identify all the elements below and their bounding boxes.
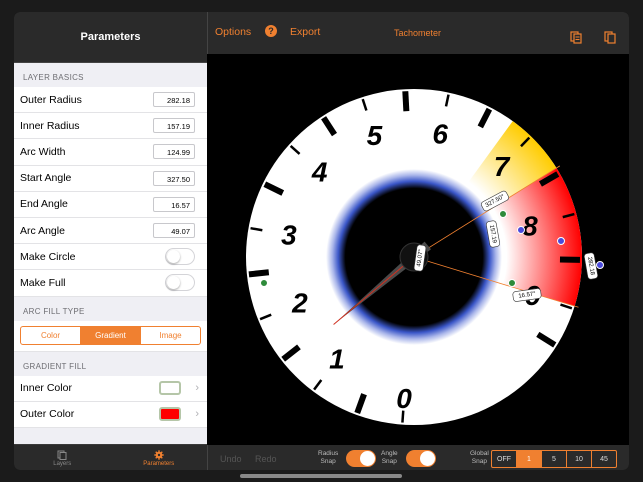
copy-icon[interactable] (570, 31, 582, 44)
gauge-number-1: 1 (329, 344, 345, 375)
arc-center-handle[interactable] (557, 237, 565, 245)
outer-color-label: Outer Color (20, 408, 75, 421)
outer-color-row[interactable]: Outer Color › (14, 401, 207, 428)
global-snap-off[interactable]: OFF (492, 451, 516, 467)
duplicate-icon[interactable] (604, 31, 616, 44)
undo-button[interactable]: Undo (220, 454, 242, 464)
angle-snap-toggle[interactable] (406, 450, 436, 467)
inner-radius-handle[interactable] (517, 226, 525, 234)
start-angle-row: Start Angle 327.50 (14, 165, 207, 192)
global-snap-10[interactable]: 10 (566, 451, 591, 467)
end-angle-label: End Angle (20, 198, 68, 211)
make-full-toggle[interactable] (165, 274, 195, 292)
global-snap-control: OFF 1 5 10 45 (491, 450, 617, 468)
design-canvas[interactable]: 0123456789 327.50° 16.57° 157.19 (207, 54, 629, 445)
label-outer-radius: 282.18 (583, 252, 599, 280)
end-angle-handle[interactable] (508, 279, 516, 287)
export-button[interactable]: Export (290, 26, 320, 38)
arc-angle-row: Arc Angle 49.07 (14, 217, 207, 245)
radius-snap-toggle[interactable] (346, 450, 376, 467)
tab-parameters-label: Parameters (143, 460, 175, 467)
section-title-layer-basics: LAYER BASICS (23, 73, 84, 82)
top-toolbar: Options ? Export Tachometer (207, 12, 629, 54)
angle-snap-label: Angle Snap (381, 450, 398, 465)
start-angle-label: Start Angle (20, 172, 72, 185)
gauge-number-5: 5 (367, 120, 383, 151)
tab-parameters[interactable]: Parameters (111, 445, 208, 470)
make-full-row: Make Full (14, 270, 207, 297)
gauge-number-3: 3 (281, 219, 297, 250)
outer-radius-row: Outer Radius 282.18 (14, 87, 207, 114)
section-title-gradient-fill: GRADIENT FILL (23, 361, 87, 371)
arc-fill-segmented-control: Color Gradient Image (20, 326, 201, 345)
inner-color-row[interactable]: Inner Color › (14, 375, 207, 402)
major-tick (402, 91, 410, 112)
start-angle-handle[interactable] (499, 210, 507, 218)
chevron-right-icon: › (195, 408, 199, 421)
arc-width-row: Arc Width 124.99 (14, 139, 207, 166)
global-snap-5[interactable]: 5 (541, 451, 566, 467)
global-snap-1[interactable]: 1 (516, 451, 541, 467)
help-icon[interactable]: ? (265, 25, 277, 37)
make-circle-label: Make Circle (20, 250, 76, 263)
parameters-header: Parameters (14, 12, 207, 63)
tab-layers-label: Layers (53, 460, 72, 467)
tab-layers[interactable]: Layers (14, 445, 111, 470)
outer-radius-field[interactable]: 282.18 (153, 92, 195, 108)
major-tick (248, 269, 270, 278)
gauge-number-7: 7 (494, 151, 511, 182)
fill-option-color[interactable]: Color (21, 327, 80, 344)
arc-angle-field[interactable]: 49.07 (153, 223, 195, 239)
inner-radius-label: Inner Radius (20, 119, 80, 132)
layers-icon (57, 450, 67, 460)
global-snap-label: Global Snap (470, 450, 489, 465)
app-window: Parameters LAYER BASICS Outer Radius 282… (14, 12, 629, 470)
arc-angle-label: Arc Angle (20, 224, 65, 237)
parameters-panel[interactable]: LAYER BASICS Outer Radius 282.18 Inner R… (14, 63, 207, 444)
make-circle-toggle[interactable] (165, 248, 195, 266)
outer-radius-label: Outer Radius (20, 93, 82, 106)
gauge-number-2: 2 (291, 288, 308, 319)
tab-bar: Layers Parameters (14, 444, 207, 470)
section-title-arc-fill: ARC FILL TYPE (23, 306, 85, 316)
inner-radius-field[interactable]: 157.19 (153, 118, 195, 134)
radius-snap-label: Radius Snap (318, 450, 339, 465)
options-button[interactable]: Options (215, 26, 251, 38)
gauge-number-8: 8 (522, 210, 538, 241)
arc-width-field[interactable]: 124.99 (153, 144, 195, 160)
rotation-handle[interactable] (260, 279, 268, 287)
gauge-number-0: 0 (396, 383, 412, 414)
outer-radius-handle[interactable] (596, 261, 604, 269)
make-full-label: Make Full (20, 276, 66, 289)
arc-fill-row: Color Gradient Image (14, 320, 207, 352)
gauge-number-6: 6 (432, 118, 448, 149)
page-title: Parameters (80, 31, 141, 43)
inner-color-label: Inner Color (20, 382, 72, 395)
global-snap-45[interactable]: 45 (591, 451, 616, 467)
arc-width-label: Arc Width (20, 145, 66, 158)
end-angle-field[interactable]: 16.57 (153, 196, 195, 212)
tachometer-gauge[interactable]: 0123456789 327.50° 16.57° 157.19 (207, 54, 629, 445)
make-circle-row: Make Circle (14, 244, 207, 271)
gauge-number-4: 4 (311, 157, 328, 188)
home-indicator (240, 474, 402, 478)
chevron-right-icon: › (195, 382, 199, 395)
end-angle-row: End Angle 16.57 (14, 191, 207, 218)
fill-option-gradient[interactable]: Gradient (80, 327, 140, 344)
start-angle-field[interactable]: 327.50 (153, 170, 195, 186)
inner-radius-row: Inner Radius 157.19 (14, 113, 207, 140)
gear-icon (154, 449, 164, 460)
fill-option-image[interactable]: Image (140, 327, 200, 344)
document-title: Tachometer (394, 28, 442, 38)
redo-button[interactable]: Redo (255, 454, 277, 464)
outer-color-swatch[interactable] (159, 407, 182, 422)
inner-color-swatch[interactable] (159, 381, 182, 396)
bottom-toolbar: Undo Redo Radius Snap Angle Snap Global Sna… (207, 445, 629, 470)
